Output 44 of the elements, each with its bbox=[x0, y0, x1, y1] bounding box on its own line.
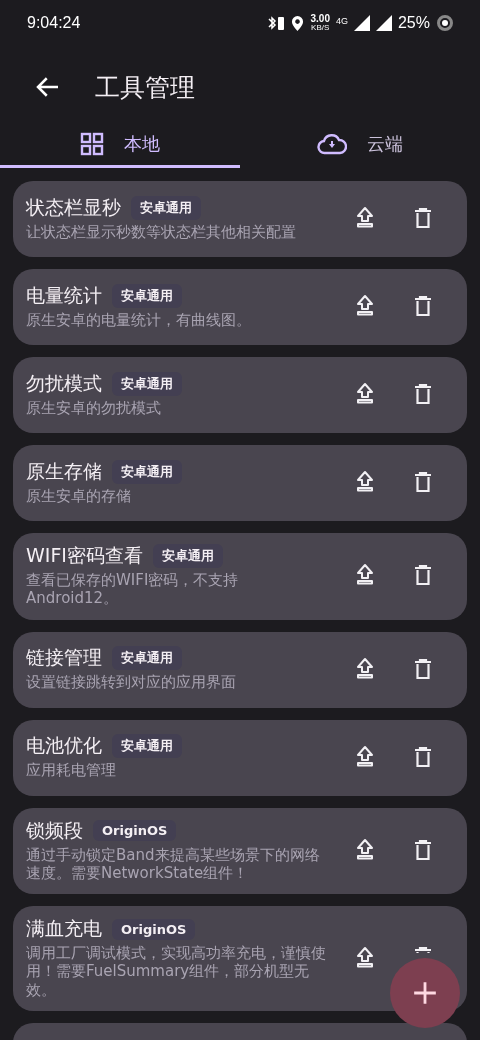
speed-unit: KB/S bbox=[311, 24, 330, 32]
tool-card[interactable]: 满血充电 OriginOS 调用工厂调试模式，实现高功率充电，谨慎使用！需要FuelSummary组件，部分机型无效。 bbox=[13, 906, 467, 1012]
tool-description: 让状态栏显示秒数等状态栏其他相关配置 bbox=[26, 222, 297, 242]
tool-card[interactable]: 电量统计 安卓通用 原生安卓的电量统计，有曲线图。 bbox=[13, 269, 467, 345]
tool-name: WIFI密码查看 bbox=[26, 543, 143, 568]
tool-card[interactable]: 电池优化 安卓通用 应用耗电管理 bbox=[13, 719, 467, 796]
tool-tag: 安卓通用 bbox=[152, 544, 223, 568]
tool-name: 原生存储 bbox=[26, 458, 102, 484]
tool-name: 链接管理 bbox=[26, 645, 102, 671]
tool-name: 勿扰模式 bbox=[26, 370, 102, 396]
tool-card[interactable]: 锁频段 OriginOS 通过手动锁定Band来提高某些场景下的网络速度。需要NetworkState组件！ bbox=[13, 807, 467, 895]
tool-tag: 安卓通用 bbox=[112, 646, 182, 671]
tool-name: 锁频段 bbox=[26, 817, 83, 843]
tab[interactable]: 本地 bbox=[0, 128, 240, 168]
tool-card[interactable]: 原生存储 安卓通用 原生安卓的存储 bbox=[13, 445, 467, 521]
network-type: 4G bbox=[335, 16, 348, 26]
tool-tag: 安卓通用 bbox=[131, 195, 201, 220]
clock: 9:04:24 bbox=[27, 14, 81, 32]
tool-description: 设置链接跳转到对应的应用界面 bbox=[26, 673, 237, 692]
speed-value: 3.00 bbox=[310, 14, 330, 24]
tool-tag: 安卓通用 bbox=[112, 459, 182, 484]
tool-tag: OriginOS bbox=[112, 918, 196, 940]
tool-name: 电量统计 bbox=[26, 282, 102, 308]
tool-description: 通过手动锁定Band来提高某些场景下的网络速度。需要NetworkState组件！ bbox=[26, 845, 321, 883]
tool-description: 原生安卓的存储 bbox=[26, 486, 132, 506]
tool-card[interactable]: 勿扰模式 安卓通用 原生安卓的勿扰模式 bbox=[13, 357, 467, 433]
tool-tag: 安卓通用 bbox=[112, 371, 182, 396]
page-title: 工具管理 bbox=[95, 71, 195, 104]
tool-description: 原生安卓的勿扰模式 bbox=[26, 398, 162, 418]
battery-percent: 25% bbox=[397, 14, 430, 32]
tab[interactable]: 云端 bbox=[240, 128, 480, 168]
tool-card[interactable]: 链接管理 安卓通用 设置链接跳转到对应的应用界面 bbox=[13, 631, 467, 708]
tool-tag: 安卓通用 bbox=[112, 283, 182, 308]
tool-description: 调用工厂调试模式，实现高功率充电，谨慎使用！需要FuelSummary组件，部分机型无效。 bbox=[26, 944, 326, 1000]
tool-description: 查看已保存的WIFI密码，不支持Android12。 bbox=[26, 571, 240, 608]
tool-name: 状态栏显秒 bbox=[26, 194, 121, 220]
tool-name: 电池优化 bbox=[26, 733, 102, 759]
tool-tag: OriginOS bbox=[93, 820, 177, 842]
tool-description: 原生安卓的电量统计，有曲线图。 bbox=[26, 310, 252, 330]
tool-card[interactable]: WIFI密码查看 安卓通用 查看已保存的WIFI密码，不支持Android12。 bbox=[13, 533, 467, 620]
tool-tag: 安卓通用 bbox=[112, 734, 182, 759]
tool-description: 应用耗电管理 bbox=[26, 761, 117, 780]
tool-card[interactable]: 状态栏显秒 安卓通用 让状态栏显示秒数等状态栏其他相关配置 bbox=[13, 181, 467, 257]
tool-name: 满血充电 bbox=[26, 916, 102, 942]
